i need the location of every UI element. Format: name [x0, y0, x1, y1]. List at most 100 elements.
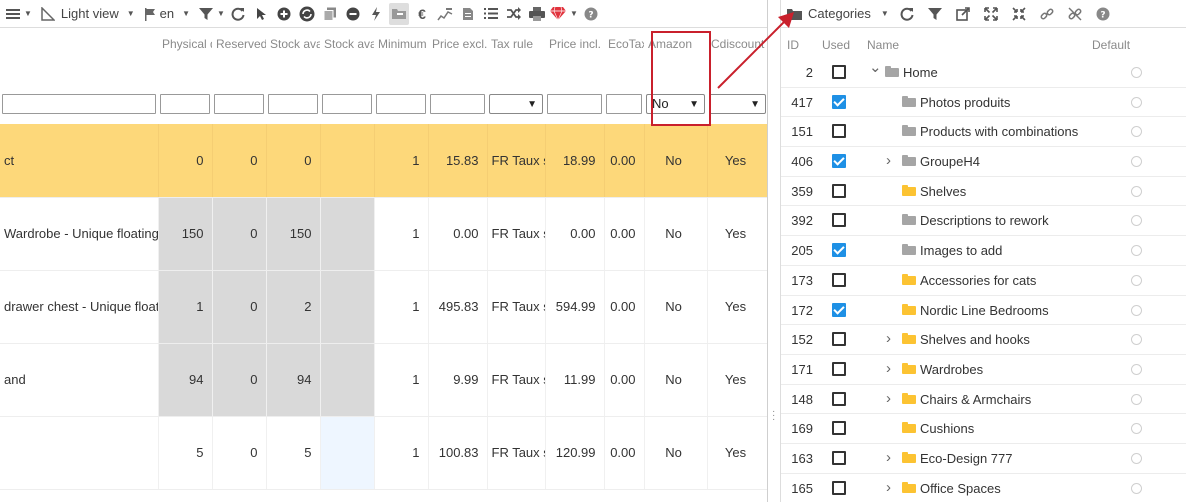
cell-amazon[interactable]: No [644, 270, 708, 344]
cell-price-incl-tax[interactable]: 11.99 [545, 343, 605, 417]
used-checkbox[interactable] [832, 480, 846, 495]
cell-name[interactable]: ct [0, 124, 159, 198]
open-external-button[interactable] [953, 3, 973, 25]
select-button[interactable] [251, 3, 271, 25]
column-header-ecotax[interactable]: EcoTax [604, 28, 644, 84]
cell-reserved-quantity[interactable]: 0 [212, 197, 267, 271]
premium-button[interactable]: ▼ [549, 3, 578, 25]
column-header-stock-available[interactable]: Stock available [266, 28, 320, 84]
category-row[interactable]: 148 › Chairs & Armchairs [781, 385, 1186, 415]
cell-name[interactable]: and [0, 343, 159, 417]
cell-physical-quantity[interactable]: 150 [158, 197, 213, 271]
drag-handle-icon[interactable]: · · · [772, 407, 776, 425]
column-header-name[interactable]: Name [867, 38, 899, 52]
cell-cdiscount[interactable]: Yes [707, 416, 767, 490]
used-checkbox[interactable] [832, 421, 846, 436]
print-button[interactable] [527, 3, 547, 25]
filter-physical-quantity[interactable] [160, 94, 210, 114]
stats-button[interactable] [435, 3, 455, 25]
cell-ecotax[interactable]: 0.00 [604, 270, 645, 344]
category-row[interactable]: 359 Shelves [781, 177, 1186, 207]
used-checkbox[interactable] [832, 361, 846, 376]
chevron-right-icon[interactable]: › [886, 479, 896, 496]
list-button[interactable] [481, 3, 501, 25]
cell-stock-delta[interactable] [320, 343, 375, 417]
cell-cdiscount[interactable]: Yes [707, 343, 767, 417]
category-row[interactable]: 205 Images to add [781, 236, 1186, 266]
cell-reserved-quantity[interactable]: 0 [212, 343, 267, 417]
cell-reserved-quantity[interactable]: 0 [212, 124, 267, 198]
cell-minimum-quantity[interactable]: 1 [374, 416, 429, 490]
table-row[interactable]: drawer chest - Unique floati 1 0 2 1 495… [0, 270, 767, 344]
default-radio[interactable] [1131, 274, 1142, 286]
category-row[interactable]: 392 Descriptions to rework [781, 206, 1186, 237]
cell-minimum-quantity[interactable]: 1 [374, 270, 429, 344]
category-row[interactable]: 172 Nordic Line Bedrooms [781, 296, 1186, 326]
column-header-name[interactable] [0, 28, 158, 84]
expand-all-button[interactable] [981, 3, 1001, 25]
refresh-button[interactable] [228, 3, 248, 25]
cell-stock-available[interactable]: 150 [266, 197, 321, 271]
cell-stock-delta[interactable] [320, 270, 375, 344]
cell-price-incl-tax[interactable]: 594.99 [545, 270, 605, 344]
cell-ecotax[interactable]: 0.00 [604, 197, 645, 271]
category-row[interactable]: 171 › Wardrobes [781, 355, 1186, 385]
table-row[interactable]: and 94 0 94 1 9.99 FR Taux s 11.99 0.00 … [0, 343, 767, 417]
duplicate-button[interactable] [297, 3, 317, 25]
column-header-minimum-quantity[interactable]: Minimum quantity [374, 28, 428, 84]
category-row[interactable]: 406 › GroupeH4 [781, 147, 1186, 177]
category-row[interactable]: 417 Photos produits [781, 88, 1186, 118]
cell-name[interactable]: Wardrobe - Unique floating de [0, 197, 159, 271]
column-header-cdiscount[interactable]: Cdiscount [707, 28, 767, 84]
filter-tax-rule[interactable]: ▼ [489, 94, 543, 114]
used-checkbox[interactable] [832, 124, 846, 139]
category-row[interactable]: 173 Accessories for cats [781, 266, 1186, 296]
column-header-price-excl-tax[interactable]: Price excl. Tax [428, 28, 487, 84]
cell-tax-rule[interactable]: FR Taux s [487, 197, 546, 271]
column-header-tax-rule[interactable]: Tax rule [487, 28, 545, 84]
filter-button[interactable]: ▼ [199, 3, 225, 25]
column-header-reserved-quantity[interactable]: Reserved quantity [212, 28, 266, 84]
column-header-amazon[interactable]: Amazon [644, 28, 707, 84]
default-radio[interactable] [1131, 334, 1142, 346]
cell-price-excl-tax[interactable]: 100.83 [428, 416, 488, 490]
filter-price-incl-tax[interactable] [547, 94, 602, 114]
cell-ecotax[interactable]: 0.00 [604, 343, 645, 417]
cell-stock-available[interactable]: 5 [266, 416, 321, 490]
cell-amazon[interactable]: No [644, 343, 708, 417]
cell-minimum-quantity[interactable]: 1 [374, 124, 429, 198]
cell-minimum-quantity[interactable]: 1 [374, 197, 429, 271]
cell-price-incl-tax[interactable]: 120.99 [545, 416, 605, 490]
cell-stock-delta[interactable] [320, 197, 375, 271]
category-row[interactable]: 165 › Office Spaces [781, 474, 1186, 502]
chevron-right-icon[interactable]: › [886, 330, 896, 347]
cell-name[interactable]: drawer chest - Unique floati [0, 270, 159, 344]
document-button[interactable] [458, 3, 478, 25]
category-row[interactable]: 169 Cushions [781, 414, 1186, 444]
cell-tax-rule[interactable]: FR Taux s [487, 270, 546, 344]
language-selector[interactable]: en ▼ [144, 3, 190, 25]
filter-reserved-quantity[interactable] [214, 94, 264, 114]
cell-physical-quantity[interactable]: 1 [158, 270, 213, 344]
cell-amazon[interactable]: No [644, 124, 708, 198]
table-row[interactable]: ct 0 0 0 1 15.83 FR Taux s 18.99 0.00 No… [0, 124, 767, 198]
default-radio[interactable] [1131, 452, 1142, 464]
cell-price-incl-tax[interactable]: 0.00 [545, 197, 605, 271]
default-radio[interactable] [1131, 304, 1142, 316]
cell-stock-available[interactable]: 2 [266, 270, 321, 344]
default-radio[interactable] [1131, 67, 1142, 78]
cell-tax-rule[interactable]: FR Taux s [487, 124, 546, 198]
chevron-right-icon[interactable]: › [886, 390, 896, 407]
table-row[interactable]: Wardrobe - Unique floating de 150 0 150 … [0, 197, 767, 271]
categories-refresh-button[interactable] [897, 3, 917, 25]
default-radio[interactable] [1131, 185, 1142, 197]
default-radio[interactable] [1131, 156, 1142, 168]
default-radio[interactable] [1131, 96, 1142, 108]
cell-cdiscount[interactable]: Yes [707, 270, 767, 344]
link-button[interactable] [1037, 3, 1057, 25]
used-checkbox[interactable] [832, 391, 846, 406]
cell-price-excl-tax[interactable]: 9.99 [428, 343, 488, 417]
column-header-stock-available-delta[interactable]: Stock available +/- [320, 28, 374, 84]
menu-button[interactable]: ▼ [6, 3, 32, 25]
column-header-used[interactable]: Used [822, 38, 850, 52]
